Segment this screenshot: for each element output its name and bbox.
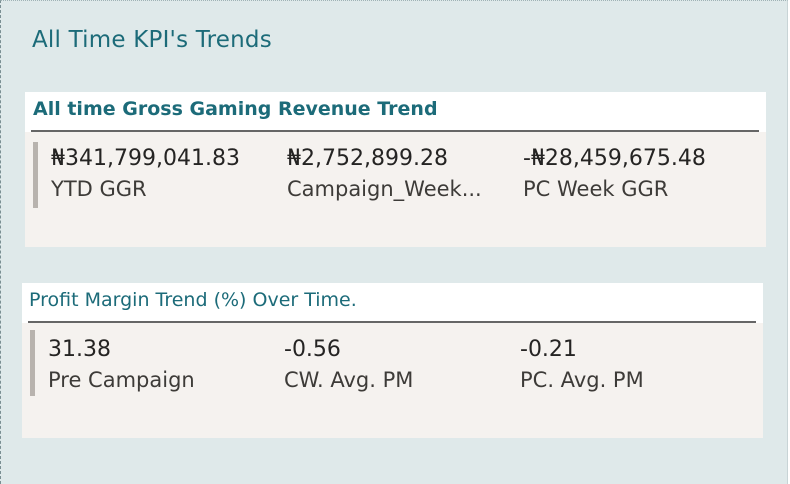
kpi-label: Campaign_Week... bbox=[287, 177, 482, 201]
pm-card-body: 31.38 Pre Campaign -0.56 CW. Avg. PM -0.… bbox=[22, 323, 763, 438]
pm-card-header: Profit Margin Trend (%) Over Time. bbox=[22, 283, 763, 323]
kpi-cw-avg-pm: -0.56 CW. Avg. PM bbox=[284, 337, 413, 392]
kpi-trends-panel: All Time KPI's Trends All time Gross Gam… bbox=[0, 0, 788, 484]
kpi-value: -0.21 bbox=[520, 337, 577, 362]
kpi-pc-week-ggr: -₦28,459,675.48 PC Week GGR bbox=[523, 146, 706, 201]
ggr-card-title: All time Gross Gaming Revenue Trend bbox=[33, 98, 438, 120]
kpi-ytd-ggr: ₦341,799,041.83 YTD GGR bbox=[51, 146, 240, 201]
kpi-label: Pre Campaign bbox=[48, 368, 195, 392]
kpi-value: ₦341,799,041.83 bbox=[51, 146, 240, 171]
kpi-label: CW. Avg. PM bbox=[284, 368, 414, 392]
kpi-label: PC. Avg. PM bbox=[520, 368, 644, 392]
ggr-card-body: ₦341,799,041.83 YTD GGR ₦2,752,899.28 Ca… bbox=[25, 132, 766, 247]
kpi-value: -₦28,459,675.48 bbox=[523, 146, 706, 171]
kpi-value: ₦2,752,899.28 bbox=[287, 146, 448, 171]
pm-accent-bar bbox=[30, 330, 35, 396]
kpi-label: YTD GGR bbox=[51, 177, 147, 201]
kpi-value: -0.56 bbox=[284, 337, 341, 362]
kpi-pc-avg-pm: -0.21 PC. Avg. PM bbox=[520, 337, 644, 392]
ggr-accent-bar bbox=[33, 142, 38, 208]
pm-card-title: Profit Margin Trend (%) Over Time. bbox=[29, 289, 357, 311]
kpi-value: 31.38 bbox=[48, 337, 111, 362]
ggr-card-header: All time Gross Gaming Revenue Trend bbox=[25, 92, 766, 132]
kpi-label: PC Week GGR bbox=[523, 177, 669, 201]
kpi-campaign-week-ggr: ₦2,752,899.28 Campaign_Week... bbox=[287, 146, 482, 201]
kpi-pre-campaign-pm: 31.38 Pre Campaign bbox=[48, 337, 195, 392]
page-title: All Time KPI's Trends bbox=[32, 27, 272, 53]
